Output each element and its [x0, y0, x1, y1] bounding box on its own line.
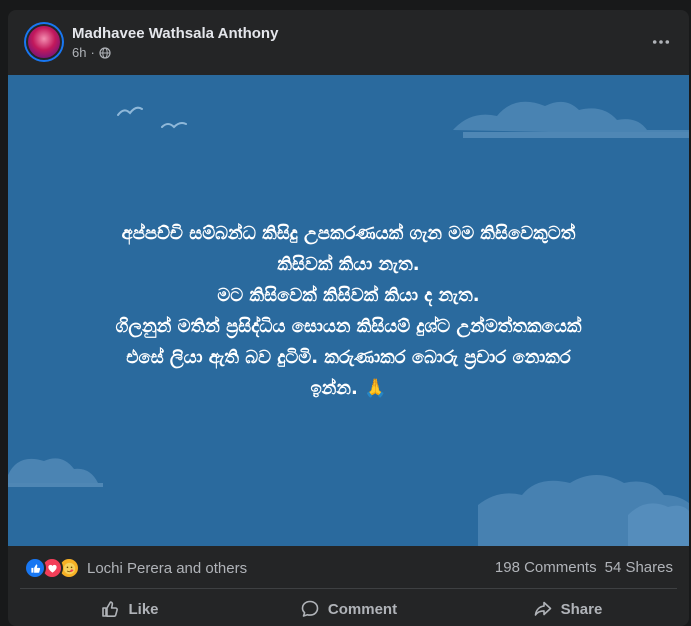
- meta-separator: ·: [90, 45, 95, 60]
- globe-icon[interactable]: [99, 46, 111, 59]
- comments-count[interactable]: 198 Comments: [495, 559, 597, 576]
- post-line: කිසිවක් කියා නැත.: [277, 253, 420, 275]
- like-button[interactable]: Like: [20, 592, 239, 626]
- like-label: Like: [128, 600, 159, 618]
- post-meta: 6h ·: [72, 45, 111, 60]
- comment-label: Comment: [327, 600, 398, 618]
- comment-button[interactable]: Comment: [239, 592, 458, 626]
- author-name[interactable]: Madhavee Wathsala Anthony: [72, 25, 278, 42]
- divider: [20, 588, 677, 589]
- post-actions: Like Comment Share: [20, 592, 677, 626]
- share-button[interactable]: Share: [458, 592, 677, 626]
- avatar[interactable]: [24, 22, 64, 62]
- post-line: ගිලනුන් මතින් ප්‍රසිද්ධිය සොයන කිසියම් ද…: [115, 315, 582, 337]
- post-time[interactable]: 6h: [72, 45, 86, 60]
- post-card: Madhavee Wathsala Anthony 6h · අප්පච්චි …: [8, 10, 689, 626]
- post-header: Madhavee Wathsala Anthony 6h ·: [8, 10, 689, 74]
- reaction-names[interactable]: Lochi Perera and others: [87, 560, 247, 577]
- post-line: ඉන්න. 🙏: [310, 377, 387, 399]
- post-background: අප්පච්චි සම්බන්ධ කිසිදු උපකරණයක් ගැන මම …: [8, 75, 689, 546]
- like-icon: [102, 601, 119, 617]
- post-line: මට කිසිවෙක් කිසිවක් කියා ද නැත.: [217, 284, 480, 306]
- engagement-counts: 198 Comments 54 Shares: [495, 559, 673, 576]
- post-stats: Lochi Perera and others 198 Comments 54 …: [8, 554, 689, 582]
- share-icon: [534, 601, 551, 616]
- comment-icon: [301, 600, 319, 617]
- post-line: අප්පච්චි සම්බන්ධ කිසිදු උපකරණයක් ගැන මම …: [121, 222, 576, 244]
- post-text: අප්පච්චි සම්බන්ධ කිසිදු උපකරණයක් ගැන මම …: [8, 75, 689, 546]
- like-reaction-icon: [24, 557, 46, 579]
- post-line: එසේ ලියා ඇති බව දුටිමි. කරුණාකර බොරු ප්‍…: [126, 346, 571, 368]
- more-options-button[interactable]: [649, 30, 673, 54]
- share-label: Share: [560, 600, 603, 618]
- more-icon: [652, 40, 670, 44]
- shares-count[interactable]: 54 Shares: [605, 559, 673, 576]
- avatar-image: [26, 24, 62, 60]
- reactions-summary[interactable]: Lochi Perera and others: [24, 557, 247, 579]
